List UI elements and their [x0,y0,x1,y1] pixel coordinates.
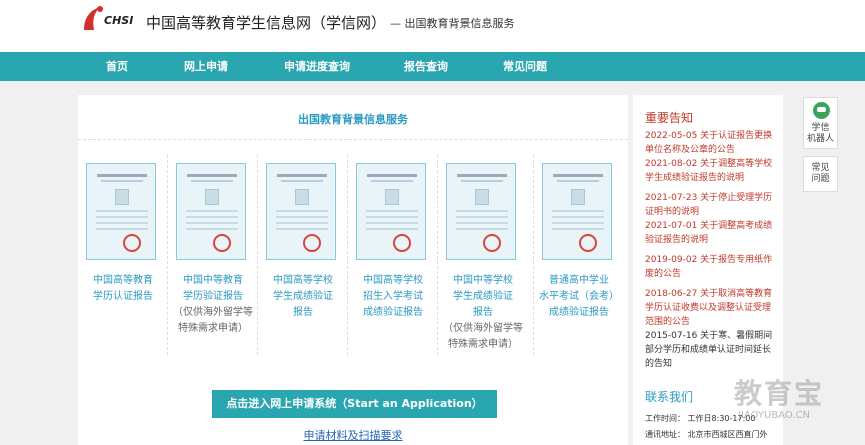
cert-label-line: 报告 [293,307,313,318]
cert-label-line: 中国高等教育 [93,275,153,286]
logo-text: CHSI [104,14,134,27]
cert-separator [257,155,258,355]
notice-link[interactable]: 2019-09-02 关于报告专用纸作废的公告 [645,253,777,281]
cert-thumbnail[interactable] [86,163,156,260]
cert-thumbnail[interactable] [446,163,516,260]
notice-link[interactable]: 2015-07-16 关于寒、暑假期间部分学历和成绩单认证时间延长的告知 [645,329,777,371]
cert-label-line: 中国高等学校 [273,275,333,286]
nav-report-query[interactable]: 报告查询 [404,52,448,81]
nav-online-apply[interactable]: 网上申请 [184,52,228,81]
contact-heading: 联系我们 [645,390,694,404]
cert-label[interactable]: 中国高等教育 学历认证报告 [78,273,168,305]
notice-link[interactable]: 2021-07-23 关于停止受理学历证明书的说明 [645,191,777,219]
cert-label-line: 成绩验证报告 [363,307,423,318]
cert-label-line: 学历认证报告 [93,291,153,302]
cert-note-line: （仅供海外留学等 [443,323,523,334]
seal-icon [123,234,141,252]
robot-icon [813,102,830,119]
cert-label[interactable]: 中国高等学校 招生入学考试 成绩验证报告 [348,273,438,321]
cert-thumbnail[interactable] [542,163,612,260]
cert-note-line: （仅供海外留学等 [173,307,253,318]
cert-label-line: 学历验证报告 [183,291,243,302]
notice-link[interactable]: 2022-05-05 关于认证报告更换单位名称及公章的公告 [645,129,777,157]
start-application-button[interactable]: 点击进入网上申请系统（Start an Application） [212,390,497,418]
cert-label[interactable]: 中国高等学校 学生成绩验证 报告 [258,273,348,321]
cert-note-line: 特殊需求申请） [178,323,248,334]
materials-requirements-link[interactable]: 申请材料及扫描要求 [78,427,628,443]
cert-label[interactable]: 中国中等学校 学生成绩验证 报告 （仅供海外留学等 特殊需求申请） [438,273,528,353]
notice-link[interactable]: 2018-06-27 关于取消高等教育学历认证收费以及调整认证受理范围的公告 [645,287,777,329]
robot-label-line1: 学信 [811,123,830,133]
cert-thumbnail[interactable] [266,163,336,260]
cert-label-line: 招生入学考试 [363,291,423,302]
cert-thumbnail[interactable] [356,163,426,260]
faq-label-line1: 常见 [811,163,830,173]
main-title: 出国教育背景信息服务 [298,113,408,126]
cert-separator [533,155,534,355]
seal-icon [483,234,501,252]
cert-label-line: 普通高中学业 [549,275,609,286]
cert-label-line: 中国高等学校 [363,275,423,286]
divider [78,139,628,140]
faq-label-line2: 问题 [811,174,830,184]
site-header: CHSI 中国高等教育学生信息网（学信网） — 出国教育背景信息服务 [0,0,865,52]
main-nav: 首页 网上申请 申请进度查询 报告查询 常见问题 [0,52,865,81]
cert-note-line: 特殊需求申请） [448,339,518,350]
seal-icon [303,234,321,252]
contact-address: 通讯地址： 北京市西城区西直门外 [645,430,768,439]
robot-assistant-button[interactable]: 学信 机器人 [803,97,838,149]
robot-label-line2: 机器人 [806,134,834,144]
cert-label[interactable]: 普通高中学业 水平考试（会考） 成绩验证报告 [534,273,624,321]
cert-label-line: 学生成绩验证 [273,291,333,302]
watermark-logo: 教育宝 [734,377,825,410]
cert-label-line: 成绩验证报告 [549,307,609,318]
notice-link[interactable]: 2021-07-01 关于调整高考成绩验证报告的说明 [645,219,777,247]
chsi-logo-icon[interactable] [80,4,106,32]
seal-icon [213,234,231,252]
site-title: 中国高等教育学生信息网（学信网） [146,14,387,32]
service-subtitle: — 出国教育背景信息服务 [390,17,515,30]
cert-label-line: 学生成绩验证 [453,291,513,302]
cert-label-line: 报告 [473,307,493,318]
cert-thumbnail[interactable] [176,163,246,260]
nav-progress-query[interactable]: 申请进度查询 [284,52,350,81]
notice-link[interactable]: 2021-08-02 关于调整高等学校学生成绩验证报告的说明 [645,157,777,185]
main-panel: 出国教育背景信息服务 中国高等教育 学历认证报告 中国中等教育 学历验证报告 （仅供海外… [78,95,628,445]
cert-label-line: 中国中等教育 [183,275,243,286]
cert-separator [347,155,348,355]
cert-label-line: 中国中等学校 [453,275,513,286]
nav-faq[interactable]: 常见问题 [503,52,547,81]
seal-icon [579,234,597,252]
cert-label[interactable]: 中国中等教育 学历验证报告 （仅供海外留学等 特殊需求申请） [168,273,258,337]
watermark-url: JIAOYUBAO.CN [738,410,810,421]
nav-home[interactable]: 首页 [106,52,128,81]
cert-label-line: 水平考试（会考） [539,291,619,302]
faq-float-button[interactable]: 常见 问题 [803,156,838,192]
seal-icon [393,234,411,252]
notices-heading: 重要告知 [645,111,694,125]
